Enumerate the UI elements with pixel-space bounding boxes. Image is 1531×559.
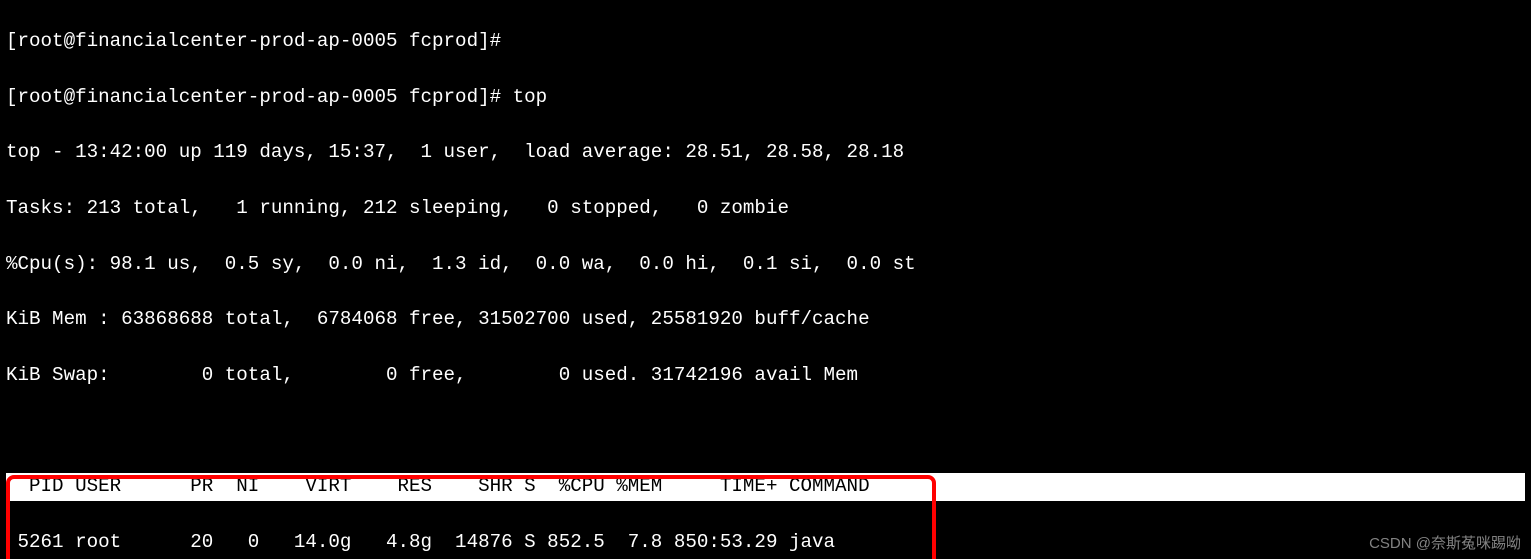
watermark-text: CSDN @奈斯菟咪踢呦 [1369,533,1521,555]
top-summary-mem: KiB Mem : 63868688 total, 6784068 free, … [6,306,1525,334]
process-row[interactable]: 5261 root 20 0 14.0g 4.8g 14876 S 852.5 … [6,529,1525,557]
terminal-output: [root@financialcenter-prod-ap-0005 fcpro… [0,0,1531,559]
top-summary-swap: KiB Swap: 0 total, 0 free, 0 used. 31742… [6,362,1525,390]
top-summary-cpu: %Cpu(s): 98.1 us, 0.5 sy, 0.0 ni, 1.3 id… [6,251,1525,279]
prompt-line-top[interactable]: [root@financialcenter-prod-ap-0005 fcpro… [6,84,1525,112]
top-summary-tasks: Tasks: 213 total, 1 running, 212 sleepin… [6,195,1525,223]
process-table-header[interactable]: PID USER PR NI VIRT RES SHR S %CPU %MEM … [6,473,1525,501]
top-summary-time: top - 13:42:00 up 119 days, 15:37, 1 use… [6,139,1525,167]
prompt-line[interactable]: [root@financialcenter-prod-ap-0005 fcpro… [6,28,1525,56]
blank-line [6,418,1525,446]
